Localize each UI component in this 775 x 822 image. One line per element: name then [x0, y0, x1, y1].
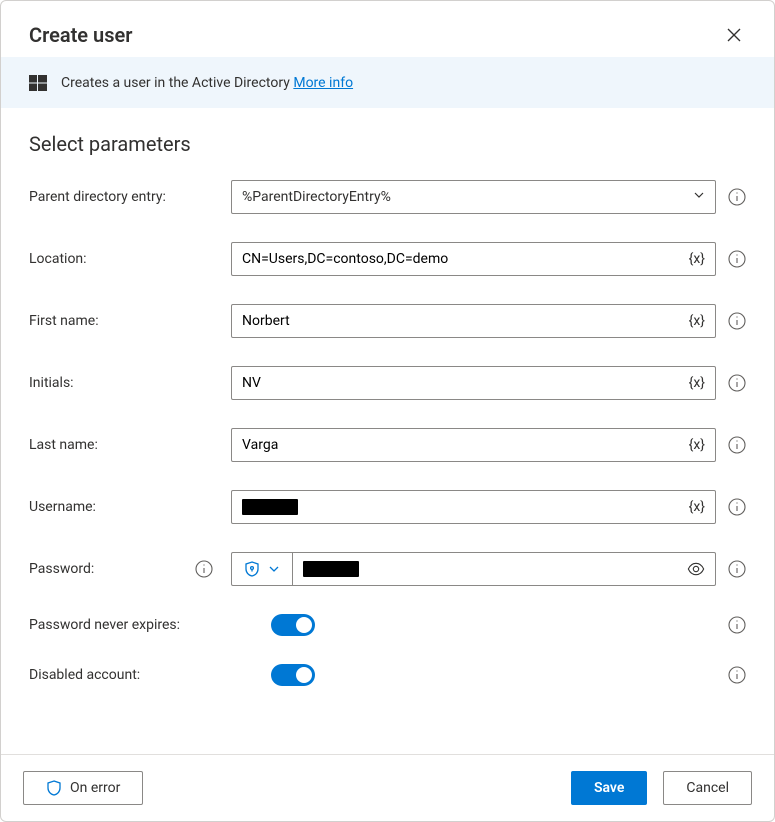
control-wrap: {x} [231, 304, 746, 338]
on-error-label: On error [70, 780, 120, 796]
save-label: Save [594, 780, 624, 796]
info-icon[interactable] [728, 616, 746, 634]
info-icon[interactable] [728, 436, 746, 454]
info-icon[interactable] [728, 374, 746, 392]
parent-directory-entry-select[interactable]: %ParentDirectoryEntry% [231, 180, 716, 214]
close-button[interactable] [722, 23, 746, 47]
control-wrap: {x} [231, 428, 746, 462]
label-location: Location: [29, 251, 219, 267]
variable-token-icon[interactable]: {x} [679, 437, 715, 453]
banner-description: Creates a user in the Active Directory [61, 75, 290, 91]
label-disabled-account: Disabled account: [29, 667, 259, 683]
row-password-never-expires: Password never expires: [29, 614, 746, 636]
password-input[interactable] [293, 553, 677, 585]
shield-outline-icon [46, 780, 62, 796]
row-username: Username: {x} [29, 490, 746, 524]
password-redacted-value [303, 561, 359, 577]
variable-token-icon[interactable]: {x} [679, 375, 715, 391]
password-mode-button[interactable] [232, 553, 293, 585]
row-parent-directory-entry: Parent directory entry: %ParentDirectory… [29, 180, 746, 214]
info-banner: Creates a user in the Active Directory M… [1, 57, 774, 108]
last-name-input[interactable] [232, 431, 679, 459]
variable-token-icon[interactable]: {x} [679, 313, 715, 329]
section-title: Select parameters [29, 132, 746, 156]
banner-text: Creates a user in the Active Directory M… [61, 75, 353, 91]
row-disabled-account: Disabled account: [29, 664, 746, 686]
cancel-label: Cancel [686, 780, 729, 796]
info-icon[interactable] [728, 250, 746, 268]
info-icon[interactable] [728, 666, 746, 684]
control-wrap [231, 552, 746, 586]
row-first-name: First name: {x} [29, 304, 746, 338]
reveal-password-button[interactable] [677, 553, 715, 585]
info-icon[interactable] [728, 498, 746, 516]
on-error-button[interactable]: On error [23, 771, 143, 805]
disabled-account-toggle[interactable] [271, 664, 315, 686]
dialog-title: Create user [29, 23, 132, 47]
row-last-name: Last name: {x} [29, 428, 746, 462]
parameters-section: Select parameters Parent directory entry… [1, 108, 774, 754]
label-first-name: First name: [29, 313, 219, 329]
last-name-input-wrap: {x} [231, 428, 716, 462]
dialog-header: Create user [1, 1, 774, 57]
label-initials: Initials: [29, 375, 219, 391]
more-info-link[interactable]: More info [293, 75, 353, 91]
info-icon[interactable] [728, 312, 746, 330]
location-input-wrap: {x} [231, 242, 716, 276]
variable-token-icon[interactable]: {x} [679, 251, 715, 267]
initials-input-wrap: {x} [231, 366, 716, 400]
save-button[interactable]: Save [571, 771, 647, 805]
info-icon[interactable] [728, 560, 746, 578]
password-never-expires-toggle[interactable] [271, 614, 315, 636]
row-location: Location: {x} [29, 242, 746, 276]
row-password: Password: [29, 552, 746, 586]
shield-icon [244, 561, 260, 577]
label-username: Username: [29, 499, 219, 515]
first-name-input[interactable] [232, 307, 679, 335]
label-password: Password: [29, 560, 219, 578]
username-input-wrap[interactable]: {x} [231, 490, 716, 524]
chevron-down-icon [268, 563, 280, 575]
select-value: %ParentDirectoryEntry% [242, 189, 693, 205]
control-wrap [271, 614, 746, 636]
close-icon [727, 28, 741, 42]
cancel-button[interactable]: Cancel [663, 771, 752, 805]
control-wrap: {x} [231, 366, 746, 400]
control-wrap [271, 664, 746, 686]
chevron-down-icon [693, 189, 705, 205]
dialog-footer: On error Save Cancel [1, 754, 774, 821]
info-icon[interactable] [728, 188, 746, 206]
windows-icon [29, 74, 47, 92]
control-wrap: {x} [231, 490, 746, 524]
label-password-text: Password: [29, 561, 94, 577]
username-redacted-value [242, 499, 298, 515]
toggle-knob [296, 617, 312, 633]
label-parent-directory-entry: Parent directory entry: [29, 189, 219, 205]
label-last-name: Last name: [29, 437, 219, 453]
variable-token-icon[interactable]: {x} [679, 499, 715, 515]
control-wrap: {x} [231, 242, 746, 276]
password-field [231, 552, 716, 586]
row-initials: Initials: {x} [29, 366, 746, 400]
control-wrap: %ParentDirectoryEntry% [231, 180, 746, 214]
first-name-input-wrap: {x} [231, 304, 716, 338]
eye-icon [687, 560, 705, 578]
create-user-dialog: Create user Creates a user in the Active… [0, 0, 775, 822]
toggle-knob [296, 667, 312, 683]
location-input[interactable] [232, 245, 679, 273]
initials-input[interactable] [232, 369, 679, 397]
info-icon[interactable] [195, 560, 213, 578]
label-password-never-expires: Password never expires: [29, 617, 259, 633]
